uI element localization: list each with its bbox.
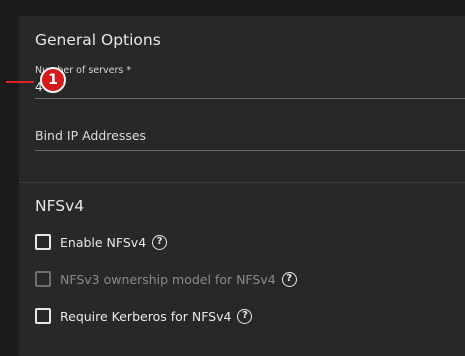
enable-nfsv4-label: Enable NFSv4 (60, 234, 147, 250)
number-of-servers-underline (35, 98, 465, 99)
field-focus-indicator (6, 81, 34, 83)
bind-ip-addresses-select[interactable]: Bind IP Addresses (35, 128, 146, 143)
section-title-general-options: General Options (35, 31, 161, 49)
nfsv3-ownership-model-label: NFSv3 ownership model for NFSv4 (60, 271, 276, 287)
section-title-nfsv4: NFSv4 (35, 197, 85, 215)
help-icon[interactable]: ? (281, 271, 297, 287)
annotation-marker: 1 (40, 67, 66, 93)
require-kerberos-checkbox[interactable] (35, 308, 51, 324)
settings-card: General Options Number of servers * 4 Bi… (19, 16, 465, 356)
enable-nfsv4-option[interactable]: Enable NFSv4 ? (35, 233, 168, 251)
help-icon[interactable]: ? (152, 234, 168, 250)
bind-ip-addresses-underline (35, 150, 465, 151)
nfsv3-ownership-model-checkbox (35, 271, 51, 287)
help-icon[interactable]: ? (237, 308, 253, 324)
section-divider (19, 182, 465, 183)
require-kerberos-option[interactable]: Require Kerberos for NFSv4 ? (35, 307, 253, 325)
require-kerberos-label: Require Kerberos for NFSv4 (60, 308, 232, 324)
nfsv3-ownership-model-option: NFSv3 ownership model for NFSv4 ? (35, 270, 297, 288)
enable-nfsv4-checkbox[interactable] (35, 234, 51, 250)
